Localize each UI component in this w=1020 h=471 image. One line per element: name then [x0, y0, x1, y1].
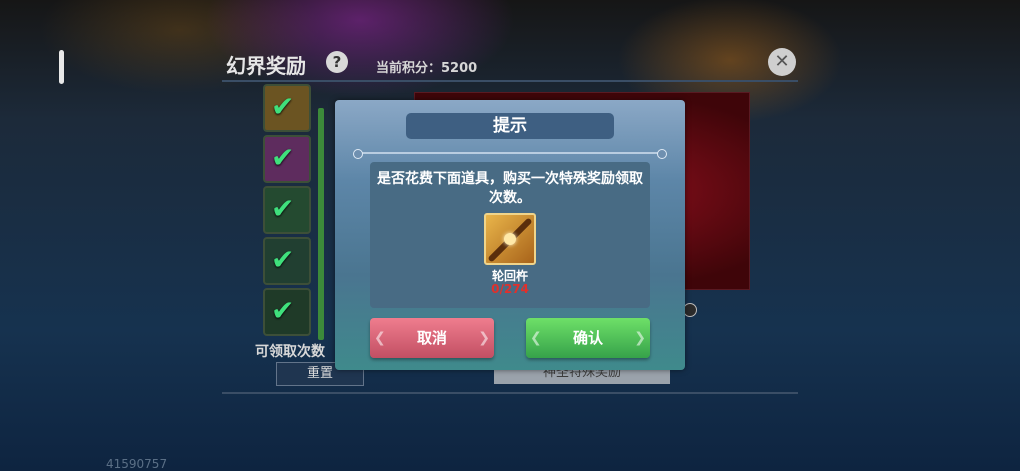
confirm-dialog: 提示 是否花费下面道具，购买一次特殊奖励领取次数。 轮回杵 0/274 ❮ 取消… [335, 100, 685, 370]
check-icon: ✔ [271, 192, 295, 225]
staff-item-icon[interactable] [484, 213, 536, 265]
gem-shape [504, 233, 516, 245]
reward-slot[interactable]: ✔ [263, 288, 311, 336]
reward-slot[interactable]: ✔ [263, 237, 311, 285]
check-icon: ✔ [271, 294, 295, 327]
dialog-title: 提示 [406, 113, 614, 139]
dialog-message: 是否花费下面道具，购买一次特殊奖励领取次数。 [377, 171, 643, 206]
reward-slot[interactable]: ✔ [263, 186, 311, 234]
reward-slot[interactable]: ✔ [263, 84, 311, 132]
close-button[interactable]: ✕ [768, 48, 796, 76]
user-id: 41590757 [106, 457, 168, 471]
check-icon: ✔ [271, 141, 295, 174]
confirm-button-label: 确认 [572, 329, 603, 347]
help-icon[interactable]: ? [326, 51, 348, 73]
info-icon[interactable] [683, 303, 697, 317]
reward-slot[interactable]: ✔ [263, 135, 311, 183]
chevron-left-icon: ❮ [530, 330, 542, 346]
panel-title: 幻界奖励 [226, 54, 306, 78]
cancel-button[interactable]: ❮ 取消 ❯ [370, 318, 494, 358]
side-handle[interactable] [59, 50, 64, 84]
check-icon: ✔ [271, 243, 295, 276]
cancel-button-label: 取消 [416, 329, 447, 347]
dialog-divider [353, 149, 667, 159]
confirm-button[interactable]: ❮ 确认 ❯ [526, 318, 650, 358]
item-count: 0/274 [491, 282, 529, 296]
chevron-right-icon: ❯ [478, 330, 490, 346]
claim-count-label: 可领取次数 [255, 344, 325, 360]
chevron-right-icon: ❯ [634, 330, 646, 346]
progress-bar [318, 108, 324, 340]
dialog-content: 是否花费下面道具，购买一次特殊奖励领取次数。 轮回杵 0/274 [370, 162, 650, 308]
current-points: 当前积分：5200 [376, 61, 478, 76]
panel-divider [222, 392, 798, 394]
chevron-left-icon: ❮ [374, 330, 386, 346]
check-icon: ✔ [271, 90, 295, 123]
panel-header: 幻界奖励 ? 当前积分：5200 [222, 48, 798, 82]
